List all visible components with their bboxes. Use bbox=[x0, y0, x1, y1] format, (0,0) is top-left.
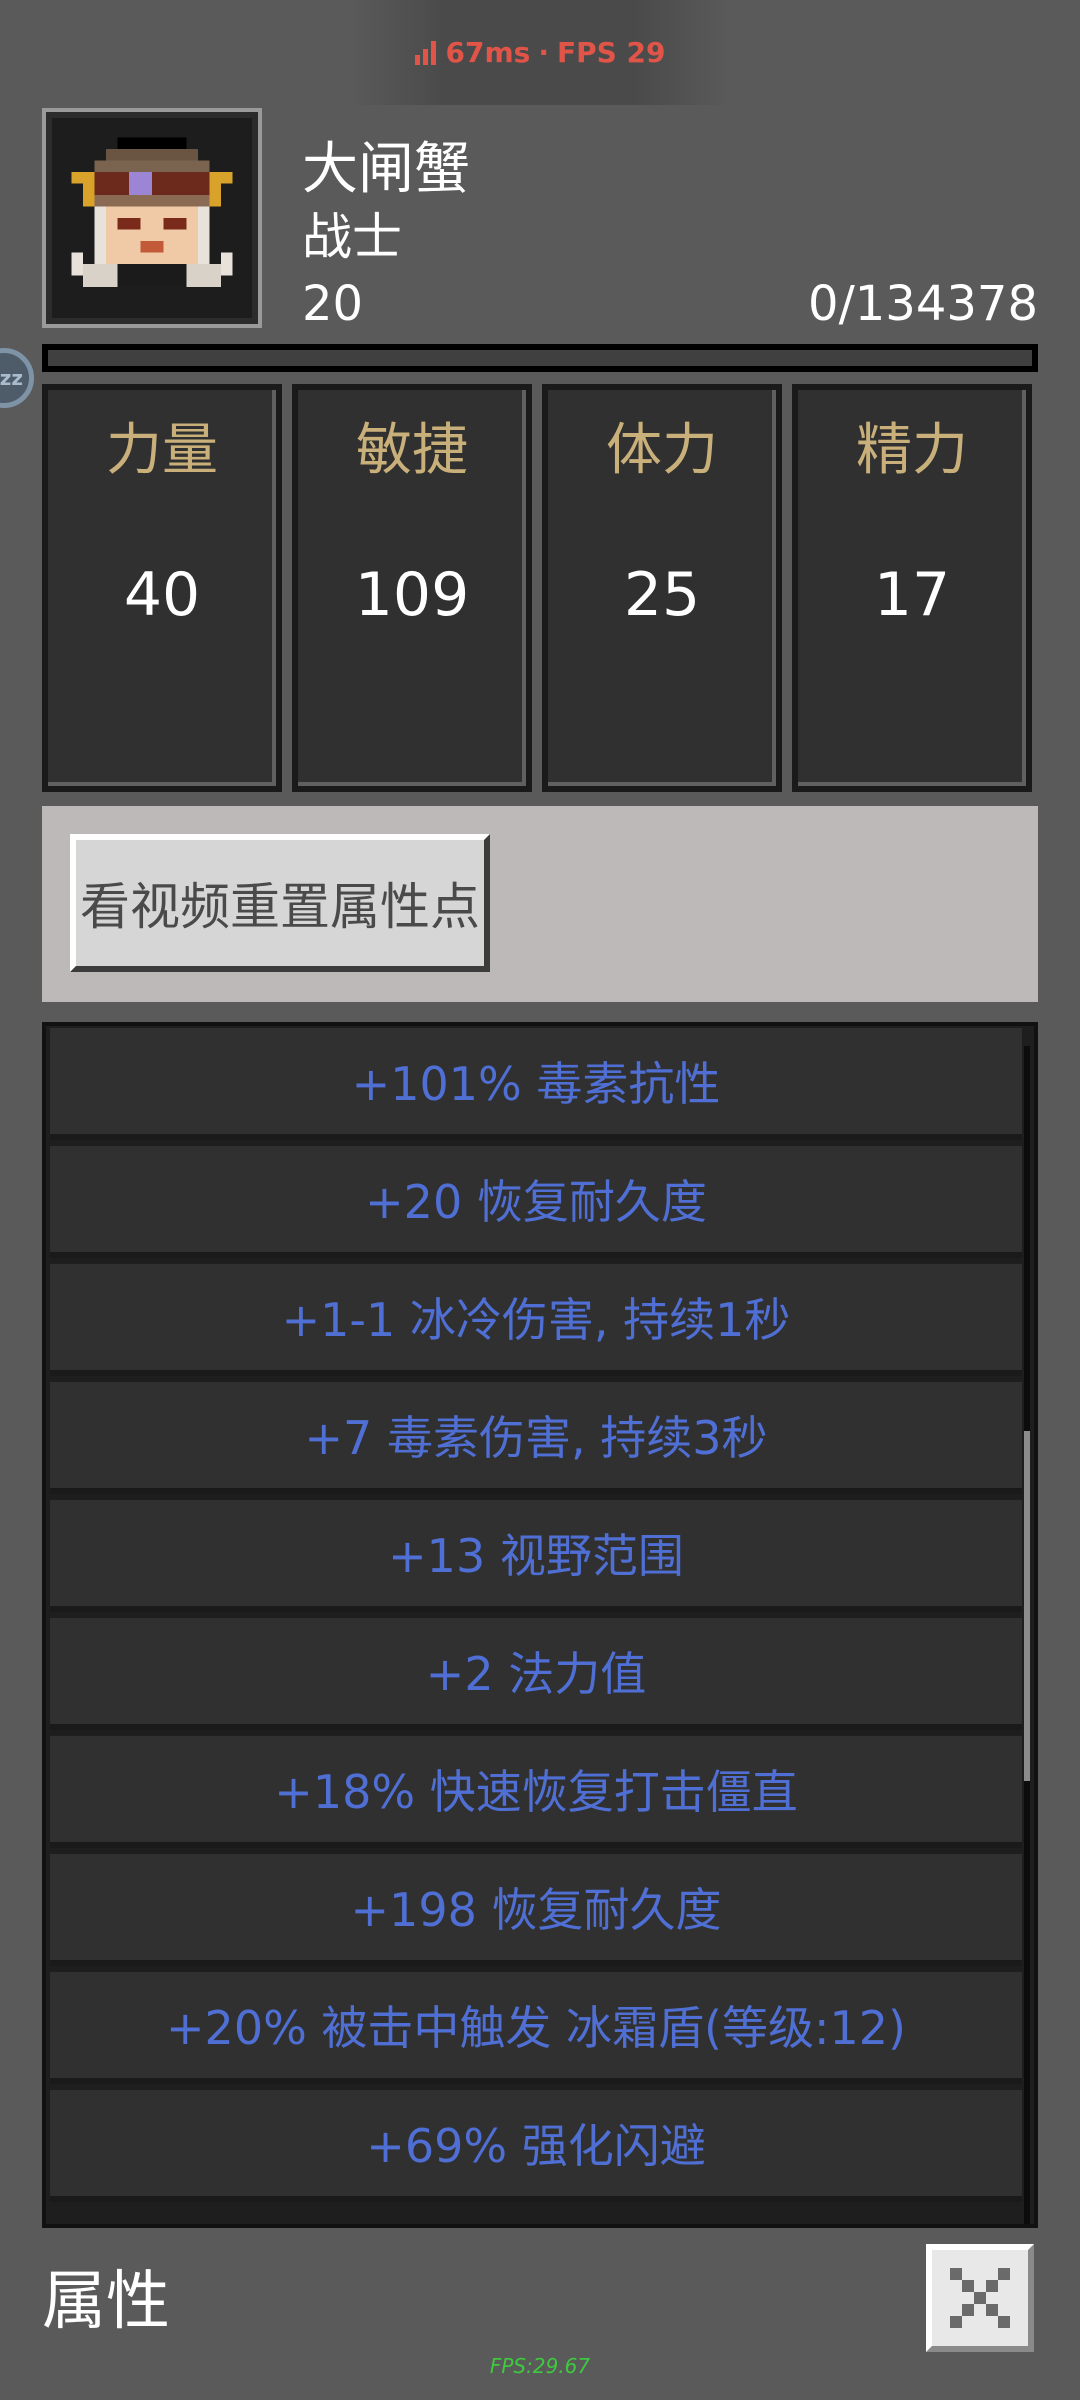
stat-value: 25 bbox=[623, 560, 701, 630]
sleep-badge-label: zz bbox=[0, 366, 23, 390]
status-separator: · bbox=[538, 36, 549, 69]
affix-row: +101% 毒素抗性 bbox=[50, 1028, 1022, 1140]
fps-text: FPS 29 bbox=[556, 36, 666, 69]
scrollbar-thumb[interactable] bbox=[1024, 1431, 1030, 1781]
affix-row: +13 视野范围 bbox=[50, 1500, 1022, 1612]
affix-row: +20 恢复耐久度 bbox=[50, 1146, 1022, 1258]
sleep-badge[interactable]: zz bbox=[0, 348, 34, 408]
affix-row: +20% 被击中触发 冰霜盾(等级:12) bbox=[50, 1972, 1022, 2084]
affix-row: +69% 强化闪避 bbox=[50, 2090, 1022, 2202]
close-button[interactable] bbox=[926, 2244, 1034, 2352]
signal-icon bbox=[414, 40, 436, 65]
exp-bar bbox=[42, 344, 1038, 372]
stat-card-agility: 敏捷 109 bbox=[292, 384, 532, 792]
stat-value: 109 bbox=[354, 560, 470, 630]
stat-label: 敏捷 bbox=[356, 418, 468, 483]
hero-avatar bbox=[42, 108, 262, 328]
reset-attributes-button[interactable]: 看视频重置属性点 bbox=[70, 834, 490, 972]
stat-label: 精力 bbox=[856, 418, 968, 483]
page-title: 属性 bbox=[42, 2265, 170, 2339]
stat-label: 力量 bbox=[106, 418, 218, 483]
ping-text: 67ms bbox=[445, 36, 531, 69]
stat-card-vitality: 体力 25 bbox=[542, 384, 782, 792]
hero-level: 20 bbox=[302, 276, 364, 332]
fps-counter: FPS:29.67 bbox=[489, 2354, 591, 2378]
close-icon bbox=[950, 2268, 1010, 2328]
hero-class: 战士 bbox=[302, 208, 402, 266]
affix-row: +7 毒素伤害, 持续3秒 bbox=[50, 1382, 1022, 1494]
affix-list[interactable]: +101% 毒素抗性 +20 恢复耐久度 +1-1 冰冷伤害, 持续1秒 +7 … bbox=[42, 1022, 1038, 2228]
stat-panel: 力量 40 敏捷 109 体力 25 精力 17 bbox=[42, 384, 1038, 792]
network-status: 67ms · FPS 29 bbox=[350, 0, 730, 105]
hero-name: 大闸蟹 bbox=[302, 137, 470, 202]
stat-value: 40 bbox=[123, 560, 201, 630]
affix-row: +18% 快速恢复打击僵直 bbox=[50, 1736, 1022, 1848]
stat-card-strength: 力量 40 bbox=[42, 384, 282, 792]
stat-label: 体力 bbox=[606, 418, 718, 483]
stat-value: 17 bbox=[873, 560, 951, 630]
affix-row: +198 恢复耐久度 bbox=[50, 1854, 1022, 1966]
hero-avatar-icon bbox=[60, 126, 244, 310]
affix-row: +2 法力值 bbox=[50, 1618, 1022, 1730]
hero-exp: 0/134378 bbox=[808, 276, 1038, 332]
stat-card-energy: 精力 17 bbox=[792, 384, 1032, 792]
affix-row: +1-1 冰冷伤害, 持续1秒 bbox=[50, 1264, 1022, 1376]
reset-panel: 看视频重置属性点 bbox=[42, 806, 1038, 1002]
